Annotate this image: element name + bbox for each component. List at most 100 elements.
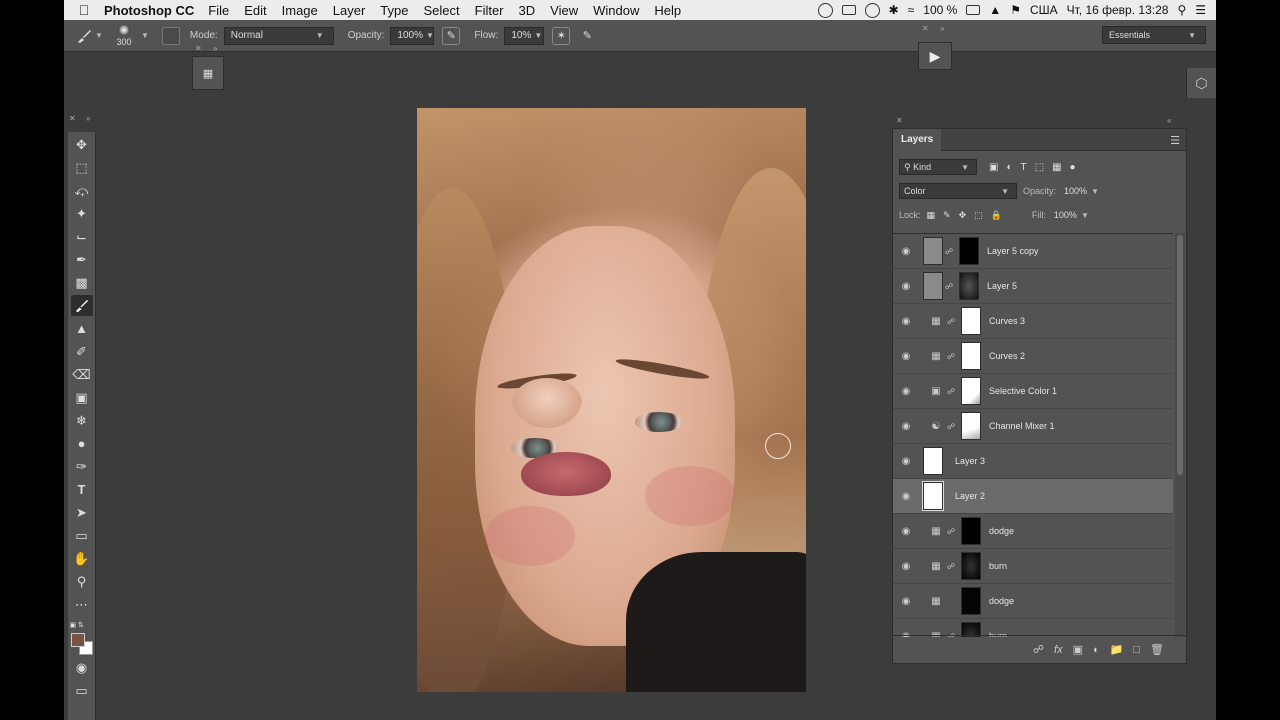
- edit-toolbar[interactable]: ⋯: [71, 594, 93, 615]
- quick-selection-tool[interactable]: ✦: [71, 203, 93, 224]
- layer-row[interactable]: ◉ ▦ ☍ dodge: [893, 514, 1173, 549]
- eyedropper-tool[interactable]: ✒: [71, 249, 93, 270]
- flow-field[interactable]: 10% ▼: [504, 26, 545, 45]
- layer-row[interactable]: ◉ ☯ ☍ Channel Mixer 1: [893, 409, 1173, 444]
- menu-edit[interactable]: Edit: [244, 3, 266, 18]
- mask-thumbnail[interactable]: [959, 272, 979, 300]
- healing-brush-tool[interactable]: ▩: [71, 272, 93, 293]
- mode-select[interactable]: Normal ▼: [223, 26, 334, 45]
- actions-play-button[interactable]: ▶: [918, 42, 952, 70]
- screen-mode[interactable]: ▭: [71, 680, 93, 701]
- airbrush-icon[interactable]: ✶: [552, 26, 571, 45]
- quick-mask-mode[interactable]: ◉: [71, 657, 93, 678]
- link-icon[interactable]: ☍: [943, 247, 955, 256]
- close-icon[interactable]: ✕: [195, 44, 202, 53]
- layer-row[interactable]: ◉ ▦ ☍ dodge: [893, 584, 1173, 619]
- clock[interactable]: Чт, 16 февр. 13:28: [1067, 3, 1169, 17]
- layer-row[interactable]: ◉ ☍ Layer 5: [893, 269, 1173, 304]
- layer-row-selected[interactable]: ◉ Layer 2: [893, 479, 1173, 514]
- link-icon[interactable]: ☍: [945, 352, 957, 361]
- workspace-switcher[interactable]: Essentials ▼: [1102, 26, 1206, 44]
- visibility-eye-icon[interactable]: ◉: [893, 246, 919, 257]
- adjustment-layer-icon[interactable]: ◐: [1093, 644, 1100, 656]
- path-selection-tool[interactable]: ➤: [71, 502, 93, 523]
- visibility-eye-icon[interactable]: ◉: [893, 281, 919, 292]
- chevron-down-icon[interactable]: ▼: [141, 31, 149, 40]
- menu-layer[interactable]: Layer: [333, 3, 366, 18]
- pixel-filter-icon[interactable]: ▣: [989, 162, 998, 173]
- lock-artboard-icon[interactable]: ⬚: [974, 210, 983, 221]
- battery-icon[interactable]: [966, 5, 981, 15]
- pen-tool[interactable]: ✑: [71, 456, 93, 477]
- visibility-eye-icon[interactable]: ◉: [893, 316, 919, 327]
- tab-layers[interactable]: Layers: [893, 128, 942, 151]
- apple-icon[interactable]: : [64, 2, 104, 18]
- new-group-icon[interactable]: 📁: [1110, 643, 1124, 656]
- link-icon[interactable]: ☍: [945, 317, 957, 326]
- mask-thumbnail[interactable]: [961, 517, 981, 545]
- menu-select[interactable]: Select: [423, 3, 459, 18]
- creative-cloud-icon[interactable]: [817, 2, 833, 18]
- time-machine-icon[interactable]: [864, 2, 880, 18]
- menu-filter[interactable]: Filter: [475, 3, 504, 18]
- blur-tool[interactable]: ❄: [71, 410, 93, 431]
- menu-help[interactable]: Help: [654, 3, 681, 18]
- lock-image-icon[interactable]: ✎: [943, 210, 951, 221]
- eraser-tool[interactable]: ⌫: [71, 364, 93, 385]
- notification-center-icon[interactable]: ☰: [1195, 3, 1206, 17]
- marquee-tool[interactable]: ⬚: [71, 157, 93, 178]
- visibility-eye-icon[interactable]: ◉: [893, 526, 919, 537]
- layer-row[interactable]: ◉ ☍ Layer 5 copy: [893, 234, 1173, 269]
- filter-toggle-icon[interactable]: ●: [1070, 162, 1076, 173]
- adjustment-filter-icon[interactable]: ◐: [1006, 162, 1012, 173]
- hand-tool[interactable]: ✋: [71, 548, 93, 569]
- mask-thumbnail[interactable]: [961, 342, 981, 370]
- menu-window[interactable]: Window: [593, 3, 639, 18]
- menu-view[interactable]: View: [550, 3, 578, 18]
- gradient-tool[interactable]: ▣: [71, 387, 93, 408]
- blend-mode-select[interactable]: Color ▼: [899, 183, 1017, 199]
- fill-field[interactable]: 100% ▼: [1050, 207, 1096, 223]
- new-layer-icon[interactable]: □: [1133, 644, 1140, 656]
- trash-icon[interactable]: 🗑: [1150, 643, 1164, 656]
- volume-icon[interactable]: ▲: [989, 3, 1001, 17]
- lock-position-icon[interactable]: ✥: [959, 210, 967, 221]
- menu-image[interactable]: Image: [282, 3, 318, 18]
- document-canvas[interactable]: [417, 108, 806, 692]
- collapse-icon[interactable]: «: [1167, 116, 1171, 125]
- clone-stamp-tool[interactable]: ▲: [71, 318, 93, 339]
- shape-filter-icon[interactable]: ⬚: [1035, 162, 1044, 173]
- mask-thumbnail[interactable]: [961, 412, 981, 440]
- 3d-panel-button[interactable]: ⬡: [1186, 68, 1216, 98]
- smart-object-filter-icon[interactable]: ▦: [1052, 162, 1061, 173]
- dodge-tool[interactable]: ●: [71, 433, 93, 454]
- flag-icon[interactable]: ⚑: [1010, 3, 1021, 17]
- visibility-eye-icon[interactable]: ◉: [893, 386, 919, 397]
- add-mask-icon[interactable]: ▣: [1073, 643, 1083, 656]
- default-colors-icon[interactable]: ▣ ⇅: [70, 621, 84, 629]
- menu-type[interactable]: Type: [380, 3, 408, 18]
- close-icon[interactable]: ✕: [922, 24, 929, 33]
- mini-panel-properties[interactable]: ▦: [192, 56, 224, 90]
- layer-row[interactable]: ◉ Layer 3: [893, 444, 1173, 479]
- layers-scrollbar[interactable]: [1175, 233, 1185, 637]
- rectangle-tool[interactable]: ▭: [71, 525, 93, 546]
- spotlight-icon[interactable]: ⚲: [1177, 3, 1186, 17]
- collapse-icon[interactable]: »: [213, 44, 217, 53]
- visibility-eye-icon[interactable]: ◉: [893, 351, 919, 362]
- history-brush-tool[interactable]: ✐: [71, 341, 93, 362]
- type-filter-icon[interactable]: T: [1021, 162, 1027, 173]
- link-icon[interactable]: ☍: [943, 282, 955, 291]
- menu-file[interactable]: File: [208, 3, 229, 18]
- checklist-icon[interactable]: [841, 5, 856, 15]
- layer-opacity-field[interactable]: 100% ▼: [1060, 183, 1106, 199]
- link-icon[interactable]: ☍: [945, 562, 957, 571]
- tool-preset-picker[interactable]: ▼: [76, 21, 106, 51]
- visibility-eye-icon[interactable]: ◉: [893, 421, 919, 432]
- close-icon[interactable]: ✕: [69, 114, 76, 123]
- brush-preset-picker[interactable]: 300: [110, 24, 138, 47]
- pressure-size-icon[interactable]: ✎: [578, 27, 596, 45]
- zoom-tool[interactable]: ⚲: [71, 571, 93, 592]
- brush-panel-toggle[interactable]: [161, 26, 180, 45]
- visibility-eye-icon[interactable]: ◉: [893, 456, 919, 467]
